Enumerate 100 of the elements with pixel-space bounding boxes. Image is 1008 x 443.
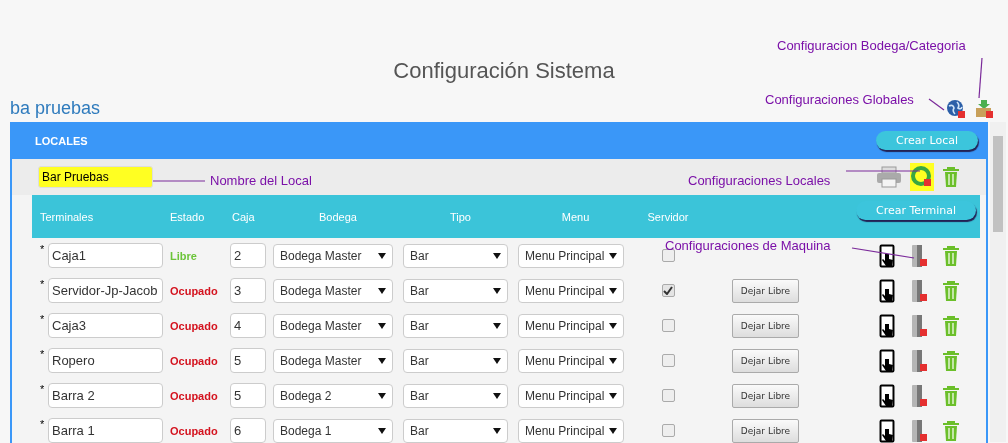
terminal-name-field[interactable]: Ropero [48, 348, 163, 373]
phone-touch-icon[interactable] [878, 418, 896, 443]
leader-line [978, 57, 983, 99]
local-name-field[interactable]: Bar Pruebas [38, 166, 153, 188]
page-title: Configuración Sistema [393, 58, 615, 83]
computer-tower-icon[interactable] [910, 418, 928, 443]
server-checkbox[interactable] [661, 424, 675, 437]
release-button[interactable]: Dejar Libre [731, 348, 800, 373]
tipo-dropdown[interactable]: Bar [403, 313, 508, 338]
annotation-text: Configuraciones Locales [688, 173, 831, 188]
menu-dropdown[interactable]: Menu Principal [518, 383, 624, 408]
computer-tower-icon[interactable] [910, 313, 928, 338]
column-header: Caja [231, 210, 256, 223]
status-text: Ocupado [170, 424, 219, 437]
bodega-dropdown[interactable]: Bodega Master [273, 313, 393, 338]
account-name: ba pruebas [10, 98, 101, 119]
server-checkbox[interactable] [661, 319, 675, 332]
caret-icon [378, 392, 386, 399]
menu-dropdown[interactable]: Menu Principal [518, 278, 624, 303]
menu-dropdown[interactable]: Menu Principal [518, 418, 624, 443]
box-icon[interactable] [974, 99, 994, 119]
terminal-name-field[interactable]: Caja1 [48, 243, 163, 268]
caja-field[interactable]: 6 [230, 418, 266, 443]
bodega-dropdown[interactable]: Bodega Master [273, 243, 393, 268]
trash-icon[interactable] [942, 244, 960, 267]
tipo-dropdown[interactable]: Bar [403, 418, 508, 443]
column-header: Bodega [318, 210, 358, 223]
required-mark: * [40, 278, 46, 290]
caret-icon [609, 427, 617, 434]
leader-line [851, 247, 915, 259]
bodega-dropdown[interactable]: Bodega Master [273, 348, 393, 373]
required-mark: * [40, 243, 46, 255]
phone-touch-icon[interactable] [878, 383, 896, 408]
terminal-name-field[interactable]: Barra 1 [48, 418, 163, 443]
column-header: Servidor [646, 210, 690, 223]
release-button[interactable]: Dejar Libre [731, 278, 800, 303]
caret-icon [609, 252, 617, 259]
caja-field[interactable]: 3 [230, 278, 266, 303]
release-button[interactable]: Dejar Libre [731, 418, 800, 443]
caja-field[interactable]: 2 [230, 243, 266, 268]
trash-icon[interactable] [942, 349, 960, 372]
menu-dropdown[interactable]: Menu Principal [518, 348, 624, 373]
tipo-dropdown[interactable]: Bar [403, 383, 508, 408]
phone-touch-icon[interactable] [878, 278, 896, 303]
server-checkbox[interactable] [661, 284, 675, 297]
status-text: Ocupado [170, 319, 219, 332]
release-button[interactable]: Dejar Libre [731, 313, 800, 338]
computer-tower-icon[interactable] [910, 278, 928, 303]
column-header: Estado [170, 210, 206, 223]
caret-icon [493, 357, 501, 364]
bodega-dropdown[interactable]: Bodega 2 [273, 383, 393, 408]
computer-tower-icon[interactable] [910, 348, 928, 373]
terminal-name-field[interactable]: Servidor-Jp-Jacob [48, 278, 163, 303]
annotation-text: Nombre del Local [210, 173, 312, 188]
settings-icon[interactable] [910, 163, 934, 191]
caret-icon [378, 252, 386, 259]
computer-tower-icon[interactable] [910, 383, 928, 408]
terminal-name-field[interactable]: Barra 2 [48, 383, 163, 408]
bodega-dropdown[interactable]: Bodega 1 [273, 418, 393, 443]
caret-icon [493, 392, 501, 399]
terminal-name-field[interactable]: Caja3 [48, 313, 163, 338]
caret-icon [493, 322, 501, 329]
required-mark: * [40, 348, 46, 360]
trash-icon[interactable] [942, 279, 960, 302]
globe-icon[interactable] [946, 99, 966, 119]
caret-icon [493, 287, 501, 294]
phone-touch-icon[interactable] [878, 243, 896, 268]
status-text: Libre [170, 249, 198, 262]
caret-icon [378, 322, 386, 329]
printer-icon[interactable] [876, 166, 902, 188]
server-checkbox[interactable] [661, 354, 675, 367]
tipo-dropdown[interactable]: Bar [403, 243, 508, 268]
required-mark: * [40, 418, 46, 430]
server-checkbox[interactable] [661, 389, 675, 402]
scrollbar[interactable] [990, 122, 1006, 442]
menu-dropdown[interactable]: Menu Principal [518, 313, 624, 338]
tipo-dropdown[interactable]: Bar [403, 278, 508, 303]
trash-icon[interactable] [942, 384, 960, 407]
caja-field[interactable]: 5 [230, 348, 266, 373]
phone-touch-icon[interactable] [878, 313, 896, 338]
panel-title: LOCALES [35, 134, 88, 147]
menu-dropdown[interactable]: Menu Principal [518, 243, 624, 268]
status-text: Ocupado [170, 354, 219, 367]
annotation-text: Configuraciones Globales [765, 92, 914, 107]
required-mark: * [40, 383, 46, 395]
column-header: Tipo [449, 210, 472, 223]
column-header: Terminales [40, 210, 95, 223]
caja-field[interactable]: 5 [230, 383, 266, 408]
trash-icon[interactable] [942, 314, 960, 337]
caja-field[interactable]: 4 [230, 313, 266, 338]
caret-icon [609, 287, 617, 294]
computer-tower-icon[interactable] [910, 243, 928, 268]
caret-icon [378, 357, 386, 364]
bodega-dropdown[interactable]: Bodega Master [273, 278, 393, 303]
phone-touch-icon[interactable] [878, 348, 896, 373]
tipo-dropdown[interactable]: Bar [403, 348, 508, 373]
caret-icon [493, 427, 501, 434]
trash-icon[interactable] [942, 419, 960, 442]
release-button[interactable]: Dejar Libre [731, 383, 800, 408]
status-text: Ocupado [170, 389, 219, 402]
